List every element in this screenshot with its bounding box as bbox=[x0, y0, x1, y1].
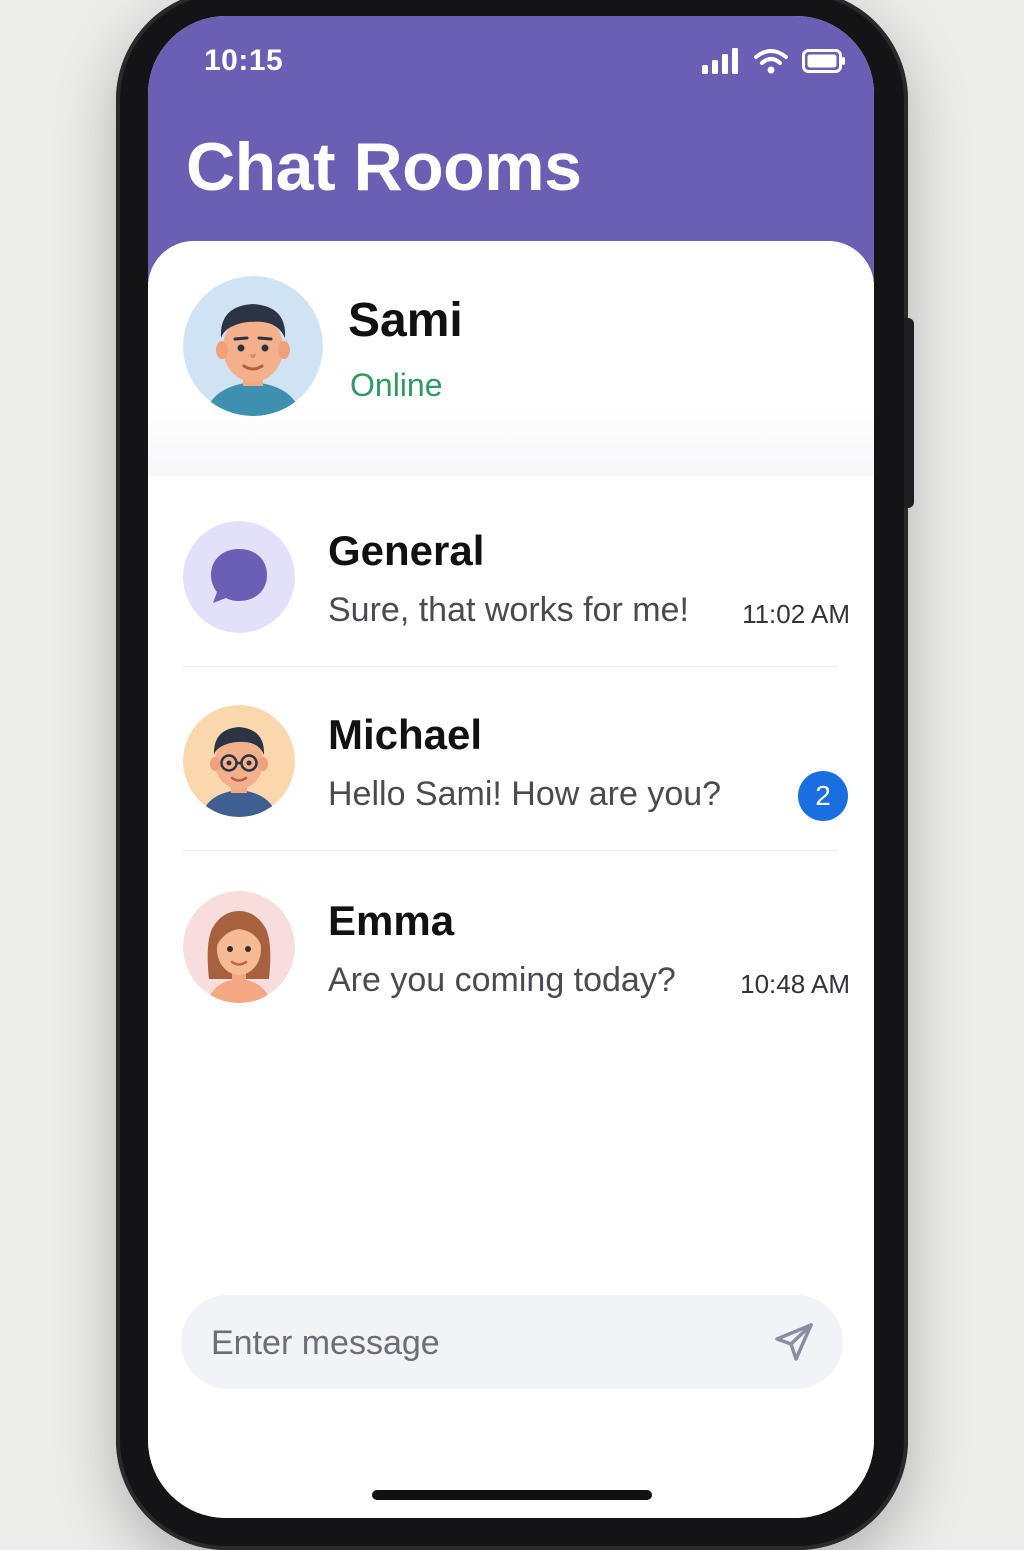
chat-bubble-icon bbox=[183, 521, 295, 633]
male-glasses-avatar bbox=[183, 705, 295, 817]
divider bbox=[183, 666, 838, 667]
room-timestamp: 10:48 AM bbox=[740, 969, 850, 999]
chat-room-michael[interactable]: Michael Hello Sami! How are you? 2 bbox=[183, 671, 848, 851]
message-input[interactable] bbox=[209, 1295, 753, 1391]
chat-room-emma[interactable]: Emma Are you coming today? 10:48 AM bbox=[183, 857, 850, 1037]
male-avatar bbox=[183, 276, 323, 416]
room-name: Emma bbox=[328, 897, 455, 944]
profile-avatar bbox=[183, 276, 323, 416]
room-last-message: Sure, that works for me! bbox=[328, 591, 689, 629]
room-last-message: Are you coming today? bbox=[328, 961, 676, 999]
user-profile[interactable]: Sami Online bbox=[148, 241, 874, 476]
female-avatar bbox=[183, 891, 295, 1003]
battery-icon bbox=[802, 49, 845, 73]
room-avatar bbox=[183, 891, 295, 1003]
send-icon[interactable] bbox=[771, 1319, 817, 1365]
room-name: Michael bbox=[328, 711, 483, 758]
page-title: Chat Rooms bbox=[186, 129, 582, 205]
chat-room-general[interactable]: General Sure, that works for me! 11:02 A… bbox=[183, 487, 850, 667]
room-last-message: Hello Sami! How are you? bbox=[328, 775, 722, 813]
home-indicator[interactable] bbox=[372, 1490, 652, 1500]
room-timestamp: 11:02 AM bbox=[742, 599, 850, 629]
room-name: General bbox=[328, 527, 485, 574]
message-composer bbox=[181, 1295, 843, 1391]
phone-side-button bbox=[904, 318, 914, 508]
status-icons bbox=[702, 48, 846, 74]
status-time: 10:15 bbox=[204, 44, 284, 77]
room-avatar bbox=[183, 521, 295, 633]
cellular-signal-icon bbox=[702, 48, 738, 74]
status-bar: 10:15 bbox=[148, 44, 874, 84]
profile-online-status: Online bbox=[350, 367, 443, 403]
profile-name: Sami bbox=[348, 294, 463, 347]
room-avatar bbox=[183, 705, 295, 817]
app-screen: 10:15 Chat Rooms Sami Online General Sur… bbox=[148, 16, 874, 1518]
divider bbox=[183, 850, 838, 851]
unread-count-badge: 2 bbox=[798, 771, 848, 821]
wifi-icon bbox=[754, 49, 788, 74]
